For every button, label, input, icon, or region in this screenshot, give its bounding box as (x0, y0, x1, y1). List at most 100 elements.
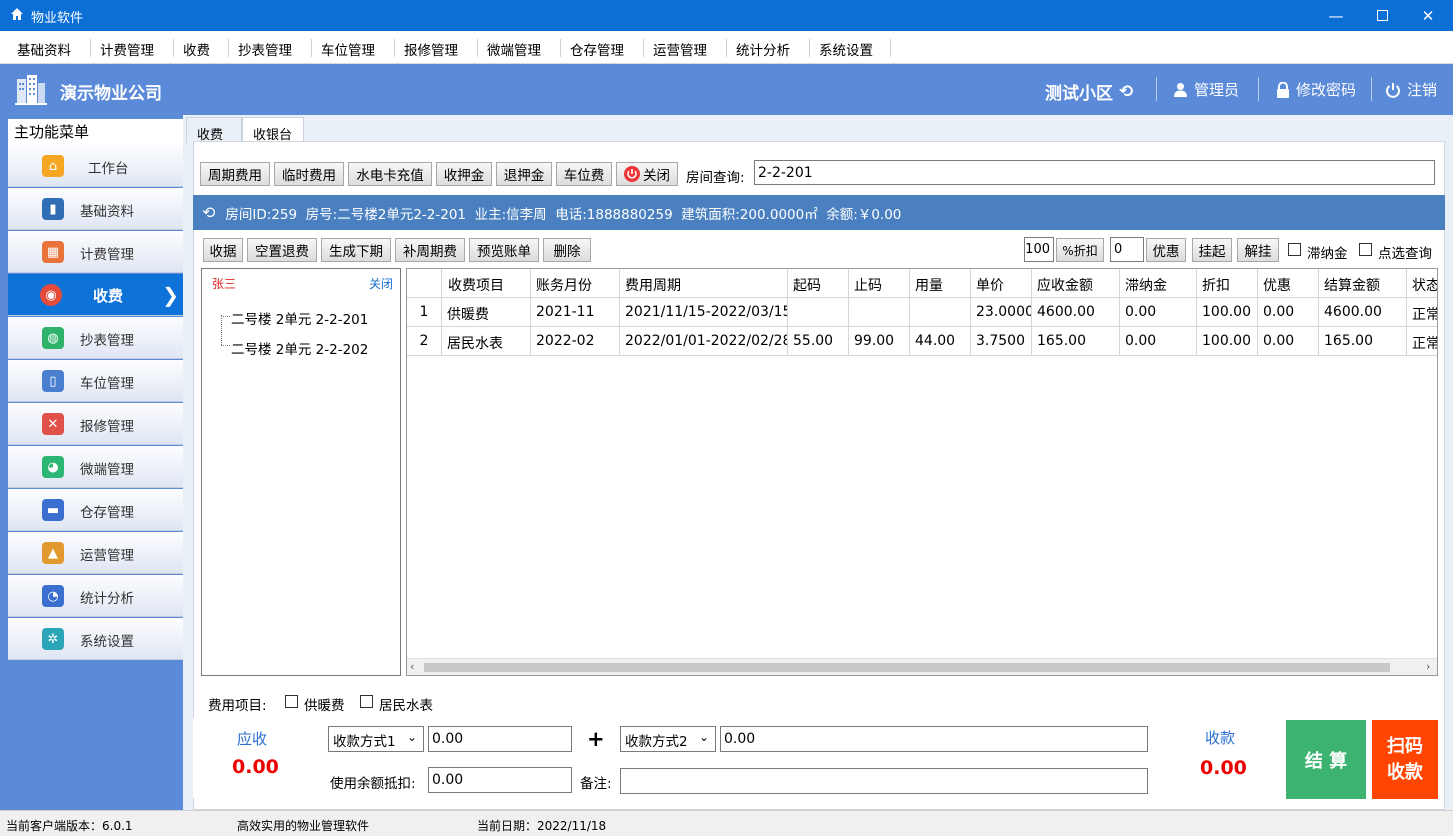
column-header[interactable]: 结算金额 (1319, 269, 1407, 298)
table-cell[interactable]: 44.00 (910, 327, 971, 356)
table-cell[interactable] (849, 298, 910, 327)
column-header[interactable]: 状态 (1407, 269, 1437, 298)
table-cell[interactable]: 99.00 (849, 327, 910, 356)
deposit-button[interactable]: 收押金 (436, 162, 492, 186)
unhang-button[interactable]: 解挂 (1237, 238, 1279, 262)
column-header[interactable]: 账务月份 (531, 269, 620, 298)
horizontal-scrollbar[interactable]: ‹ › (407, 658, 1437, 675)
tree-close-link[interactable]: 关闭 (369, 275, 393, 292)
table-cell[interactable]: 正常 (1407, 327, 1437, 356)
vacant-refund-button[interactable]: 空置退费 (247, 238, 317, 262)
table-cell[interactable]: 2022-02 (531, 327, 620, 356)
table-cell[interactable]: 2021/11/15-2022/03/15 (620, 298, 788, 327)
column-header[interactable]: 折扣 (1197, 269, 1258, 298)
table-cell[interactable] (788, 298, 849, 327)
column-header[interactable]: 起码 (788, 269, 849, 298)
table-cell[interactable]: 100.00 (1197, 298, 1258, 327)
table-cell[interactable]: 23.0000 (971, 298, 1032, 327)
scroll-left-icon[interactable]: ‹ (410, 660, 414, 673)
payment-method-2-select[interactable]: 收款方式2 ⌄ (620, 726, 716, 752)
sidebar-item[interactable]: ✕ 报修管理 (8, 403, 183, 445)
payment-method-1-select[interactable]: 收款方式1 ⌄ (328, 726, 424, 752)
menu-item-warehouse[interactable]: 仓存管理 (570, 39, 624, 59)
hang-button[interactable]: 挂起 (1192, 238, 1232, 262)
sidebar-item[interactable]: ◕ 微端管理 (8, 446, 183, 488)
favor-input[interactable]: 0 (1110, 237, 1144, 262)
sidebar-item[interactable]: ◔ 统计分析 (8, 575, 183, 617)
delete-button[interactable]: 删除 (543, 238, 591, 262)
room-query-input[interactable]: 2-2-201 (754, 160, 1435, 185)
menu-item-billing[interactable]: 计费管理 (100, 39, 154, 59)
table-cell[interactable]: 165.00 (1319, 327, 1407, 356)
click-query-checkbox[interactable] (1359, 243, 1372, 256)
menu-item-operations[interactable]: 运营管理 (653, 39, 707, 59)
fee-item-checkbox[interactable] (285, 695, 298, 708)
column-header[interactable]: 费用周期 (620, 269, 788, 298)
table-cell[interactable]: 0.00 (1258, 298, 1319, 327)
table-cell[interactable]: 0.00 (1258, 327, 1319, 356)
column-header[interactable]: 滞纳金 (1120, 269, 1197, 298)
remark-input[interactable] (620, 768, 1148, 794)
column-header[interactable]: 用量 (910, 269, 971, 298)
tab-charge[interactable]: 收费 (186, 117, 242, 143)
table-cell[interactable]: 0.00 (1120, 298, 1197, 327)
balance-input[interactable]: 0.00 (428, 767, 572, 793)
table-cell[interactable]: 55.00 (788, 327, 849, 356)
temp-fee-button[interactable]: 临时费用 (274, 162, 344, 186)
logout-button[interactable]: 注销 (1385, 79, 1437, 100)
cycle-fee-button[interactable]: 周期费用 (200, 162, 270, 186)
sidebar-item[interactable]: ▲ 运营管理 (8, 532, 183, 574)
sidebar-item[interactable]: ▯ 车位管理 (8, 360, 183, 402)
menu-item-repair[interactable]: 报修管理 (404, 39, 458, 59)
close-button[interactable]: 关闭 (616, 162, 678, 186)
sidebar-item[interactable]: ◍ 抄表管理 (8, 317, 183, 359)
sidebar-item[interactable]: ▦ 计费管理 (8, 231, 183, 273)
tree-room-item[interactable]: 二号楼 2单元 2-2-201 (231, 308, 368, 328)
table-cell[interactable]: 0.00 (1120, 327, 1197, 356)
table-cell[interactable]: 3.7500 (971, 327, 1032, 356)
sidebar-item[interactable]: ▬ 仓存管理 (8, 489, 183, 531)
preview-bill-button[interactable]: 预览账单 (469, 238, 539, 262)
menu-item-charge[interactable]: 收费 (183, 39, 210, 59)
minimize-button[interactable]: — (1313, 0, 1359, 31)
column-header[interactable]: 止码 (849, 269, 910, 298)
scrollbar-thumb[interactable] (424, 663, 1390, 672)
sidebar-item[interactable]: ⌂ 工作台 (8, 145, 183, 187)
user-menu[interactable]: 管理员 (1173, 79, 1239, 100)
scan-pay-button[interactable]: 扫码收款 (1372, 720, 1438, 799)
menu-item-basic[interactable]: 基础资料 (17, 39, 71, 59)
amount-1-input[interactable]: 0.00 (428, 726, 572, 752)
card-recharge-button[interactable]: 水电卡充值 (348, 162, 432, 186)
column-header[interactable]: 收费项目 (442, 269, 531, 298)
table-cell[interactable]: 居民水表 (442, 327, 531, 356)
table-cell[interactable]: 2022/01/01-2022/02/28 (620, 327, 788, 356)
favor-button[interactable]: 优惠 (1146, 238, 1186, 262)
sidebar-item[interactable]: ✲ 系统设置 (8, 618, 183, 660)
maximize-button[interactable] (1359, 0, 1405, 31)
column-header[interactable]: 应收金额 (1032, 269, 1120, 298)
menu-item-meter[interactable]: 抄表管理 (238, 39, 292, 59)
table-cell[interactable]: 100.00 (1197, 327, 1258, 356)
refund-deposit-button[interactable]: 退押金 (496, 162, 552, 186)
table-cell[interactable]: 供暖费 (442, 298, 531, 327)
community-switch[interactable]: 测试小区 ⟲ (1045, 79, 1133, 105)
fee-item-checkbox[interactable] (360, 695, 373, 708)
supplement-fee-button[interactable]: 补周期费 (395, 238, 465, 262)
menu-item-settings[interactable]: 系统设置 (819, 39, 873, 59)
menu-item-statistics[interactable]: 统计分析 (736, 39, 790, 59)
column-header[interactable]: 优惠 (1258, 269, 1319, 298)
generate-next-button[interactable]: 生成下期 (321, 238, 391, 262)
change-password-button[interactable]: 修改密码 (1276, 79, 1356, 100)
menu-item-parking[interactable]: 车位管理 (321, 39, 375, 59)
sidebar-item[interactable]: ▮ 基础资料 (8, 188, 183, 230)
table-cell[interactable] (910, 298, 971, 327)
table-cell[interactable]: 4600.00 (1319, 298, 1407, 327)
table-cell[interactable]: 2021-11 (531, 298, 620, 327)
table-cell[interactable]: 正常 (1407, 298, 1437, 327)
column-header[interactable]: 单价 (971, 269, 1032, 298)
table-cell[interactable]: 4600.00 (1032, 298, 1120, 327)
amount-2-input[interactable]: 0.00 (720, 726, 1148, 752)
parking-fee-button[interactable]: 车位费 (556, 162, 612, 186)
close-window-button[interactable]: ✕ (1405, 0, 1451, 31)
sidebar-item[interactable]: ◉ 收费 ❯ (8, 274, 183, 316)
